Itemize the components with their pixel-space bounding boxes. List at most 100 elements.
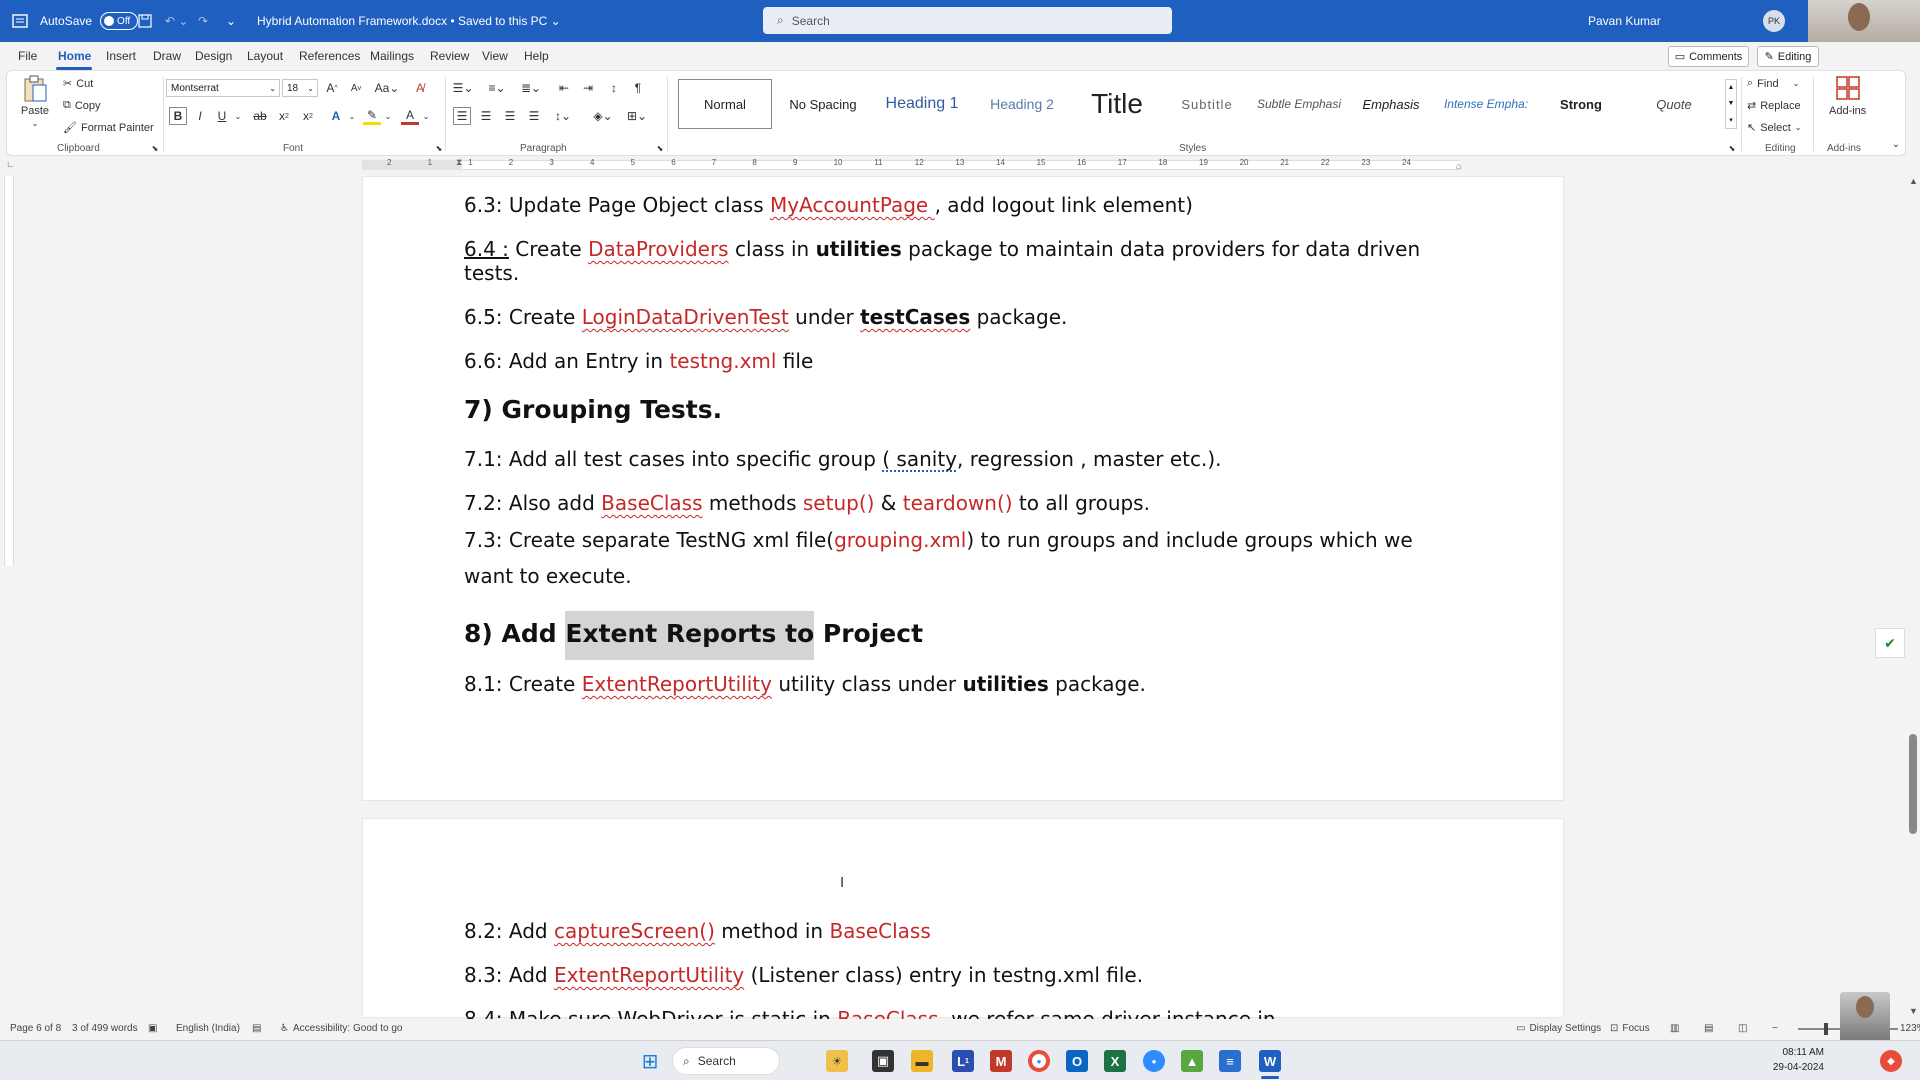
display-settings-button[interactable]: ▭ Display Settings (1516, 1023, 1601, 1034)
bullets-icon[interactable]: ☰⌄ (449, 79, 477, 97)
zoom-slider-knob[interactable] (1824, 1023, 1828, 1035)
editing-mode-button[interactable]: ✎ Editing (1757, 46, 1819, 67)
task-view-icon[interactable]: ▣ (872, 1050, 894, 1072)
paragraph-6-4-cont[interactable]: tests. (464, 261, 519, 285)
undo-icon[interactable]: ↶ ⌄ (165, 0, 188, 42)
predictions-icon[interactable]: ▤ (252, 1023, 261, 1034)
dialog-launcher-icon[interactable]: ⬊ (146, 139, 164, 157)
chevron-down-icon[interactable]: ⌄ (229, 107, 247, 125)
change-case-icon[interactable]: Aa⌄ (373, 79, 401, 97)
style-emphasis[interactable]: Emphasis (1348, 79, 1434, 129)
tab-insert[interactable]: Insert (106, 49, 136, 63)
addins-button[interactable]: Add-ins (1829, 75, 1866, 117)
zoom-level[interactable]: 123% (1900, 1023, 1920, 1034)
chrome-icon[interactable]: ● (1028, 1050, 1050, 1072)
shrink-font-icon[interactable]: Av (347, 79, 365, 97)
word-count[interactable]: 3 of 499 words (72, 1023, 138, 1034)
pilcrow-icon[interactable]: ¶ (629, 79, 647, 97)
superscript-icon[interactable]: x2 (299, 107, 317, 125)
focus-button[interactable]: ⊡ Focus (1610, 1023, 1650, 1034)
align-right-icon[interactable]: ☰ (501, 107, 519, 125)
paste-button[interactable]: Paste ⌄ (19, 75, 51, 128)
paragraph-8-2[interactable]: 8.2: Add captureScreen() method in BaseC… (464, 919, 931, 943)
paragraph-6-3[interactable]: 6.3: Update Page Object class MyAccountP… (464, 193, 1193, 217)
tab-selector-icon[interactable]: ∟ (6, 159, 15, 169)
customize-toolbar-icon[interactable]: ⌄ (226, 0, 236, 42)
paragraph-7-3[interactable]: 7.3: Create separate TestNG xml file(gro… (464, 528, 1413, 552)
autosave-toggle[interactable]: Off (100, 12, 139, 30)
notepad-icon[interactable]: ≡ (1219, 1050, 1241, 1072)
style-quote[interactable]: Quote (1626, 79, 1722, 129)
multilevel-list-icon[interactable]: ≣⌄ (517, 79, 545, 97)
style-subtle-emphasis[interactable]: Subtle Emphasi (1252, 79, 1346, 129)
find-button[interactable]: ⌕ Find ⌄ (1747, 77, 1799, 90)
photos-icon[interactable]: ▲ (1181, 1050, 1203, 1072)
scroll-down-icon[interactable]: ▼ (1909, 1006, 1918, 1016)
paragraph-8-1[interactable]: 8.1: Create ExtentReportUtility utility … (464, 672, 1146, 696)
tab-mailings[interactable]: Mailings (370, 49, 414, 63)
copy-button[interactable]: ⧉ Copy (63, 99, 101, 112)
font-size-box[interactable]: 18 ⌄ (282, 79, 318, 97)
font-name-box[interactable]: Montserrat ⌄ (166, 79, 280, 97)
tab-view[interactable]: View (482, 49, 508, 63)
style-heading-2[interactable]: Heading 2 (974, 79, 1070, 129)
taskbar-search[interactable]: ⌕ Search (672, 1047, 780, 1075)
web-layout-icon[interactable]: ◫ (1738, 1023, 1747, 1034)
bold-icon[interactable]: B (169, 107, 187, 125)
italic-icon[interactable]: I (191, 107, 209, 125)
shading-icon[interactable]: ◈⌄ (589, 107, 617, 125)
chevron-down-icon[interactable]: ⌄ (343, 107, 361, 125)
numbering-icon[interactable]: ≡⌄ (483, 79, 511, 97)
chevron-down-icon[interactable]: ⌄ (417, 107, 435, 125)
paragraph-7-1[interactable]: 7.1: Add all test cases into specific gr… (464, 447, 1222, 471)
search-box[interactable]: ⌕ Search (763, 7, 1172, 34)
document-page[interactable]: 8.2: Add captureScreen() method in BaseC… (362, 818, 1564, 1031)
style-heading-1[interactable]: Heading 1 (872, 79, 972, 129)
align-left-icon[interactable]: ☰ (453, 107, 471, 125)
right-indent-marker-icon[interactable]: ⌂ (1456, 161, 1461, 171)
document-name[interactable]: Hybrid Automation Framework.docx • Saved… (257, 0, 561, 42)
word-app-taskbar-icon[interactable]: W (1259, 1050, 1281, 1072)
collapse-ribbon-icon[interactable]: ⌄ (1887, 135, 1905, 153)
style-title[interactable]: Title (1072, 79, 1162, 129)
borders-icon[interactable]: ⊞⌄ (623, 107, 651, 125)
style-strong[interactable]: Strong (1538, 79, 1624, 129)
word-app-icon[interactable] (12, 0, 30, 42)
proofing-icon[interactable]: ▣ (148, 1023, 157, 1034)
heading-8[interactable]: 8) Add Extent Reports to Project (464, 611, 923, 660)
notification-icon[interactable]: ◆ (1880, 1050, 1902, 1072)
system-clock[interactable]: 08:11 AM 29-04-2024 (1768, 1045, 1824, 1075)
style-normal[interactable]: Normal (678, 79, 772, 129)
zoom-out-icon[interactable]: − (1772, 1023, 1778, 1034)
cut-button[interactable]: ✂ Cut (63, 77, 93, 91)
comments-button[interactable]: ▭ Comments (1668, 46, 1749, 67)
vertical-scrollbar[interactable]: ▲ ▼ (1906, 176, 1920, 1016)
dialog-launcher-icon[interactable]: ⬊ (1723, 139, 1741, 157)
sort-icon[interactable]: ↕ (605, 79, 623, 97)
tab-review[interactable]: Review (430, 49, 469, 63)
replace-button[interactable]: ⇄ Replace (1747, 99, 1801, 113)
redo-icon[interactable]: ↷ (198, 0, 208, 42)
scrollbar-thumb[interactable] (1909, 734, 1917, 834)
autosave-control[interactable]: AutoSave Off (40, 0, 139, 42)
windows-start-icon[interactable]: ⊞ (639, 1050, 661, 1073)
avatar[interactable]: PK (1763, 0, 1785, 42)
indent-marker-icon[interactable]: ⧗ (456, 157, 462, 168)
save-icon[interactable] (138, 0, 152, 42)
select-button[interactable]: ↖ Select ⌄ (1747, 121, 1802, 135)
mcafee-icon[interactable]: M (990, 1050, 1012, 1072)
checkmark-icon[interactable]: ✔ (1875, 628, 1905, 658)
scroll-up-icon[interactable]: ▲ (1909, 176, 1918, 186)
subscript-icon[interactable]: x2 (275, 107, 293, 125)
chevron-down-icon[interactable]: ⌄ (379, 107, 397, 125)
zoom-app-icon[interactable]: ● (1143, 1050, 1165, 1072)
style-intense-emphasis[interactable]: Intense Empha: (1436, 79, 1536, 129)
print-layout-icon[interactable]: ▤ (1704, 1023, 1713, 1034)
tab-home[interactable]: Home (58, 49, 91, 63)
read-mode-icon[interactable]: ▥ (1670, 1023, 1679, 1034)
grow-font-icon[interactable]: A ^ (323, 79, 341, 97)
heading-7[interactable]: 7) Grouping Tests. (464, 395, 722, 424)
tab-design[interactable]: Design (195, 49, 232, 63)
paragraph-6-6[interactable]: 6.6: Add an Entry in testng.xml file (464, 349, 813, 373)
user-name[interactable]: Pavan Kumar (1588, 0, 1661, 42)
